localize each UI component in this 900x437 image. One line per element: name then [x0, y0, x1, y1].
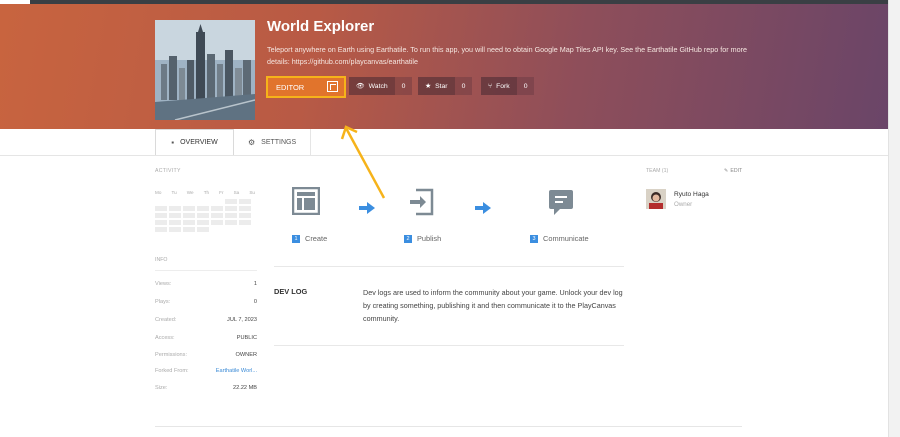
step-number: 1 — [292, 234, 300, 243]
project-tabs: ▪ OVERVIEW ⚙ SETTINGS — [155, 129, 312, 156]
devlog-text: Dev logs are used to inform the communit… — [363, 288, 623, 323]
layout-icon — [291, 186, 321, 220]
section-divider — [274, 266, 624, 267]
info-value: OWNER — [235, 352, 257, 358]
project-description: Teleport anywhere on Earth using Earthat… — [267, 45, 747, 66]
watch-button[interactable]: 👁 Watch 0 — [349, 77, 413, 95]
tab-settings[interactable]: ⚙ SETTINGS — [234, 129, 312, 156]
info-value: JUL 7, 2023 — [227, 317, 257, 323]
fork-label: Fork — [496, 82, 510, 90]
project-header: World Explorer Teleport anywhere on Eart… — [0, 4, 888, 129]
info-value: 1 — [253, 281, 257, 287]
team-heading: TEAM (1) — [646, 168, 669, 174]
star-icon: ★ — [425, 83, 432, 90]
fork-icon: ⑂ — [488, 82, 493, 90]
arrow-right-icon — [359, 201, 375, 219]
step-number: 2 — [404, 234, 412, 243]
tab-overview-label: OVERVIEW — [180, 139, 218, 146]
forked-from-link[interactable]: Earthatile Worl... — [216, 368, 257, 374]
tab-divider — [0, 155, 888, 156]
star-count: 0 — [454, 77, 473, 95]
member-name[interactable]: Ryuto Haga — [674, 191, 709, 198]
eye-icon: 👁 — [356, 83, 365, 90]
gear-icon: ⚙ — [248, 138, 256, 147]
watch-count: 0 — [394, 77, 413, 95]
info-key: Size: — [155, 385, 168, 391]
step-number: 3 — [530, 234, 538, 243]
arrow-right-icon — [475, 201, 491, 219]
day-label: Mo — [155, 190, 162, 195]
info-heading: INFO — [155, 257, 168, 263]
editor-icon — [327, 81, 338, 92]
tab-settings-label: SETTINGS — [261, 139, 297, 146]
info-row: Permissions: OWNER — [155, 352, 257, 358]
info-value: 0 — [253, 299, 257, 305]
project-thumbnail — [155, 20, 255, 120]
info-divider — [155, 270, 257, 271]
info-row: Created: JUL 7, 2023 — [155, 317, 257, 323]
watch-label: Watch — [368, 82, 388, 90]
step-publish: 2 Publish — [404, 234, 441, 243]
footer-divider — [155, 426, 742, 427]
speech-bubble-icon: ▪ — [171, 138, 175, 147]
scrollbar[interactable] — [888, 0, 900, 437]
activity-grid — [155, 199, 257, 232]
step-communicate: 3 Communicate — [530, 234, 589, 243]
info-row: Size: 22.22 MB — [155, 385, 257, 391]
day-label: Su — [249, 190, 255, 195]
tab-overview[interactable]: ▪ OVERVIEW — [155, 129, 234, 156]
info-key: Views: — [155, 281, 172, 287]
step-label: Communicate — [543, 234, 589, 243]
info-key: Permissions: — [155, 352, 188, 358]
step-create: 1 Create — [292, 234, 327, 243]
activity-panel: ACTIVITY Mo Tu We Th Fr Sa Su — [155, 168, 257, 232]
info-row: Plays: 0 — [155, 299, 257, 305]
avatar[interactable] — [646, 189, 666, 209]
fork-button[interactable]: ⑂ Fork 0 — [481, 77, 535, 95]
day-label: Tu — [171, 190, 177, 195]
devlog-heading: DEV LOG — [274, 287, 308, 296]
pencil-icon: ✎ — [724, 168, 729, 174]
project-title: World Explorer — [267, 18, 375, 35]
star-button[interactable]: ★ Star 0 — [418, 77, 473, 95]
team-edit-button[interactable]: ✎ EDIT — [724, 168, 742, 174]
info-key: Plays: — [155, 299, 171, 305]
editor-button[interactable]: EDITOR — [266, 76, 346, 98]
day-label: Th — [203, 190, 210, 195]
info-key: Created: — [155, 317, 177, 323]
info-row: Views: 1 — [155, 281, 257, 287]
member-role: Owner — [674, 201, 693, 208]
publish-icon — [408, 188, 434, 221]
editor-button-label: EDITOR — [276, 82, 305, 92]
info-row: Access: PUBLIC — [155, 335, 257, 341]
star-label: Star — [435, 82, 448, 90]
info-value: 22.22 MB — [233, 385, 257, 391]
fork-count: 0 — [516, 77, 535, 95]
day-label: Fr — [219, 190, 224, 195]
activity-days: Mo Tu We Th Fr Sa Su — [155, 190, 255, 195]
info-key: Access: — [155, 335, 175, 341]
info-key: Forked From: — [155, 368, 189, 374]
chat-icon — [548, 189, 574, 222]
step-label: Create — [305, 234, 328, 243]
activity-heading: ACTIVITY — [155, 168, 181, 174]
section-divider — [274, 345, 624, 346]
step-label: Publish — [417, 234, 442, 243]
team-edit-label: EDIT — [730, 168, 743, 174]
info-row: Forked From: Earthatile Worl... — [155, 368, 257, 374]
info-value: PUBLIC — [236, 335, 257, 341]
day-label: Sa — [233, 190, 240, 195]
day-label: We — [186, 190, 194, 195]
